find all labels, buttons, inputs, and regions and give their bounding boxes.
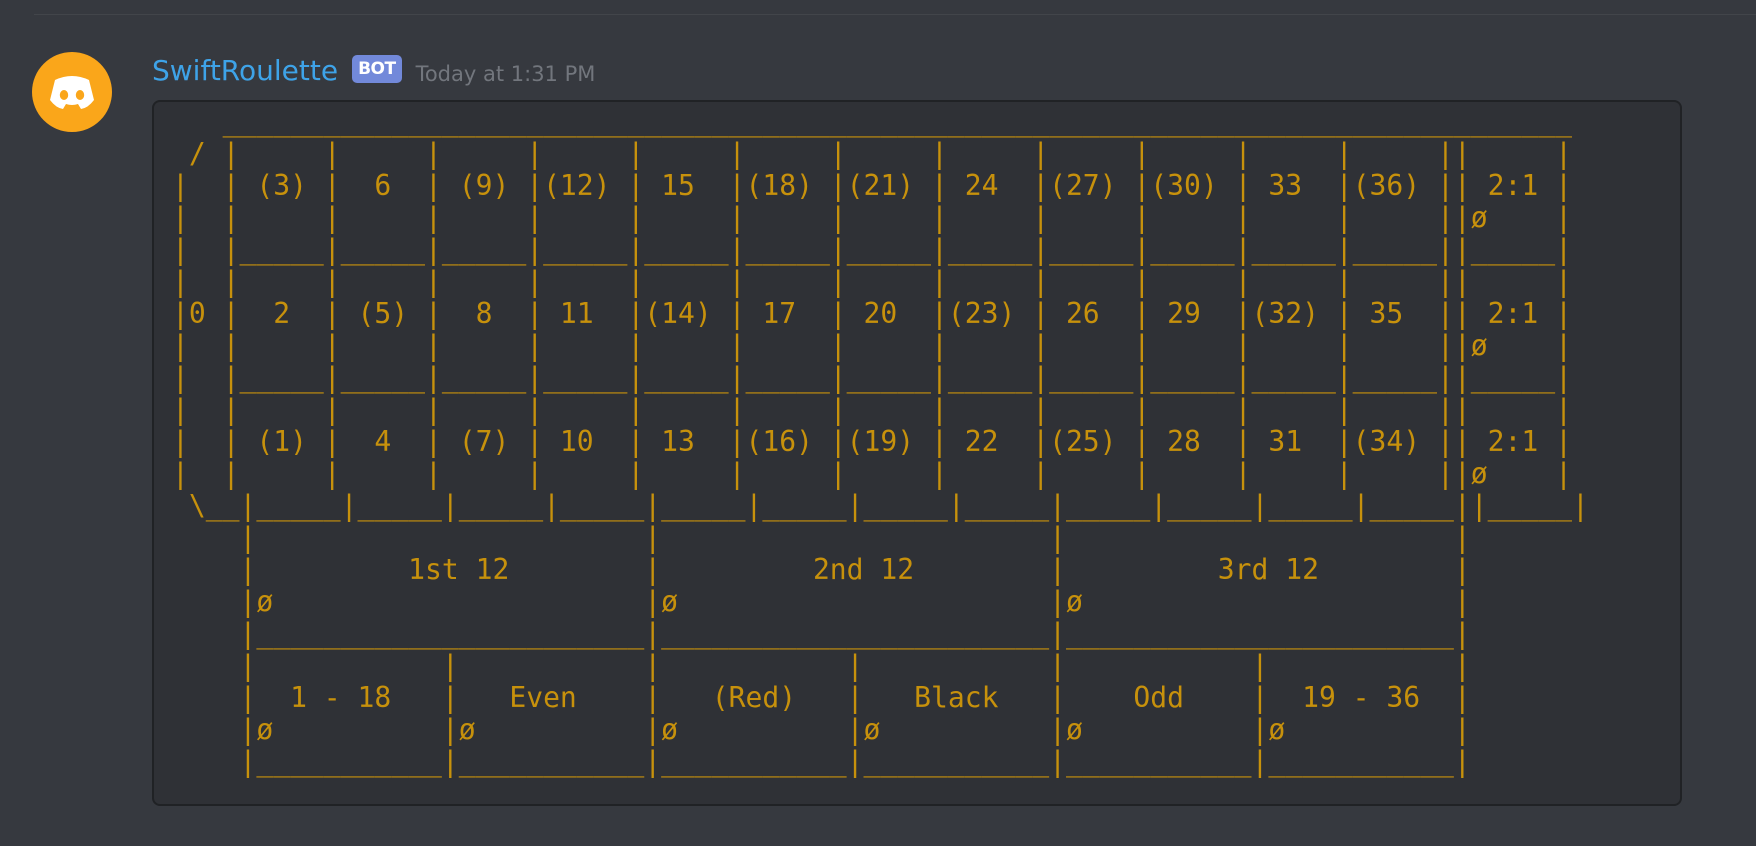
bot-tag: BOT bbox=[352, 55, 402, 83]
message-timestamp[interactable]: Today at 1:31 PM bbox=[416, 53, 596, 95]
author-username[interactable]: SwiftRoulette bbox=[152, 50, 338, 92]
avatar[interactable] bbox=[32, 52, 112, 132]
message-divider bbox=[34, 14, 1756, 15]
discord-logo-icon bbox=[50, 76, 94, 109]
code-block: ________________________________________… bbox=[152, 100, 1682, 806]
message-header: SwiftRoulette BOT Today at 1:31 PM bbox=[152, 50, 595, 92]
roulette-table-ascii: ________________________________________… bbox=[172, 105, 1589, 778]
